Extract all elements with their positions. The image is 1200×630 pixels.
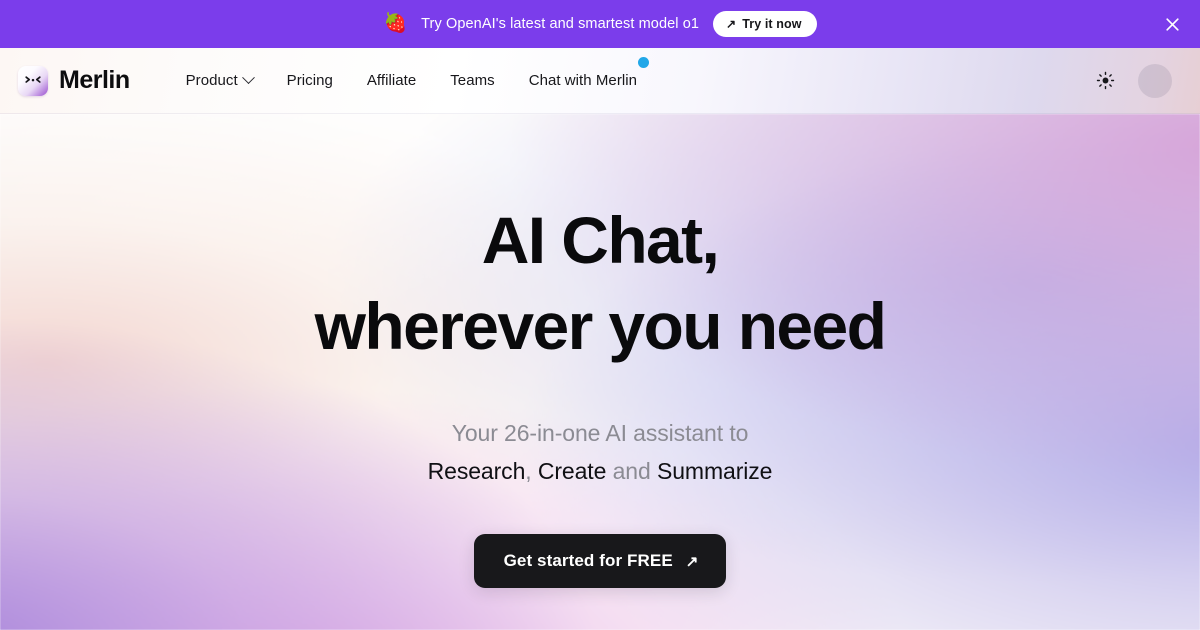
strawberry-emoji: 🍓 [383, 12, 408, 34]
hero-keyword-create: Create [537, 457, 607, 484]
hero-keyword-separator-2: and [612, 457, 651, 484]
nav-item-chat-with-merlin[interactable]: Chat with Merlin [528, 57, 650, 93]
nav-item-pricing-label: Pricing [286, 72, 333, 89]
hero-headline: AI Chat, wherever you need [314, 198, 887, 370]
nav-right-group [1090, 63, 1184, 98]
promo-banner-content: 🍓 Try OpenAI's latest and smartest model… [383, 11, 817, 37]
nav-item-pricing[interactable]: Pricing [287, 68, 333, 93]
arrow-up-right-icon: ↗ [726, 17, 737, 31]
hero-subheadline-line-1: Your 26-in-one AI assistant to [451, 419, 749, 446]
hero-content: AI Chat, wherever you need Your 26-in-on… [0, 114, 1200, 588]
brand-name-text: Merlin [59, 66, 130, 94]
get-started-button[interactable]: Get started for FREE ↗ [473, 533, 727, 588]
theme-toggle-button[interactable] [1090, 66, 1120, 96]
hero-subheadline-keywords: Research, Create and Summarize [428, 452, 773, 490]
promo-try-it-now-button[interactable]: ↗ Try it now [713, 11, 817, 37]
hero-keyword-research: Research [427, 457, 526, 484]
hero-keyword-separator-1: , [525, 457, 532, 484]
nav-item-product[interactable]: Product [185, 68, 255, 93]
hero-cta-wrapper: Get started for FREE ↗ [473, 533, 727, 588]
nav-item-chat-with-merlin-label: Chat with Merlin [528, 72, 638, 89]
hero-subheadline: Your 26-in-one AI assistant to Research,… [428, 414, 773, 490]
nav-item-teams[interactable]: Teams [450, 68, 494, 93]
main-navigation-bar: Merlin Product Pricing Affiliate Teams C… [0, 48, 1200, 114]
promo-banner: 🍓 Try OpenAI's latest and smartest model… [0, 0, 1200, 48]
get-started-button-label: Get started for FREE [503, 550, 673, 570]
promo-cta-label: Try it now [742, 17, 802, 31]
merlin-cat-face-icon [25, 75, 41, 83]
arrow-up-right-icon: ↗ [685, 553, 699, 571]
nav-item-affiliate[interactable]: Affiliate [367, 68, 416, 93]
hero-headline-line-1: AI Chat, [481, 203, 720, 277]
close-icon [1165, 17, 1179, 31]
promo-banner-message: Try OpenAI's latest and smartest model o… [421, 16, 700, 32]
sun-icon [1096, 71, 1114, 90]
merlin-logo-icon [18, 65, 48, 96]
new-badge-dot-icon [638, 57, 650, 68]
promo-close-button[interactable] [1158, 10, 1186, 38]
merlin-landing-page: 🍓 Try OpenAI's latest and smartest model… [0, 0, 1200, 630]
nav-links-group: Product Pricing Affiliate Teams Chat wit… [185, 57, 650, 93]
brand-logo-link[interactable]: Merlin [18, 65, 130, 96]
chevron-down-icon [241, 71, 255, 85]
nav-item-affiliate-label: Affiliate [366, 72, 417, 89]
hero-section: AI Chat, wherever you need Your 26-in-on… [0, 114, 1200, 630]
user-avatar[interactable] [1138, 63, 1172, 98]
nav-item-product-label: Product [185, 72, 238, 89]
nav-item-teams-label: Teams [450, 72, 495, 89]
hero-keyword-summarize: Summarize [656, 457, 773, 484]
hero-headline-line-2: wherever you need [314, 288, 887, 363]
